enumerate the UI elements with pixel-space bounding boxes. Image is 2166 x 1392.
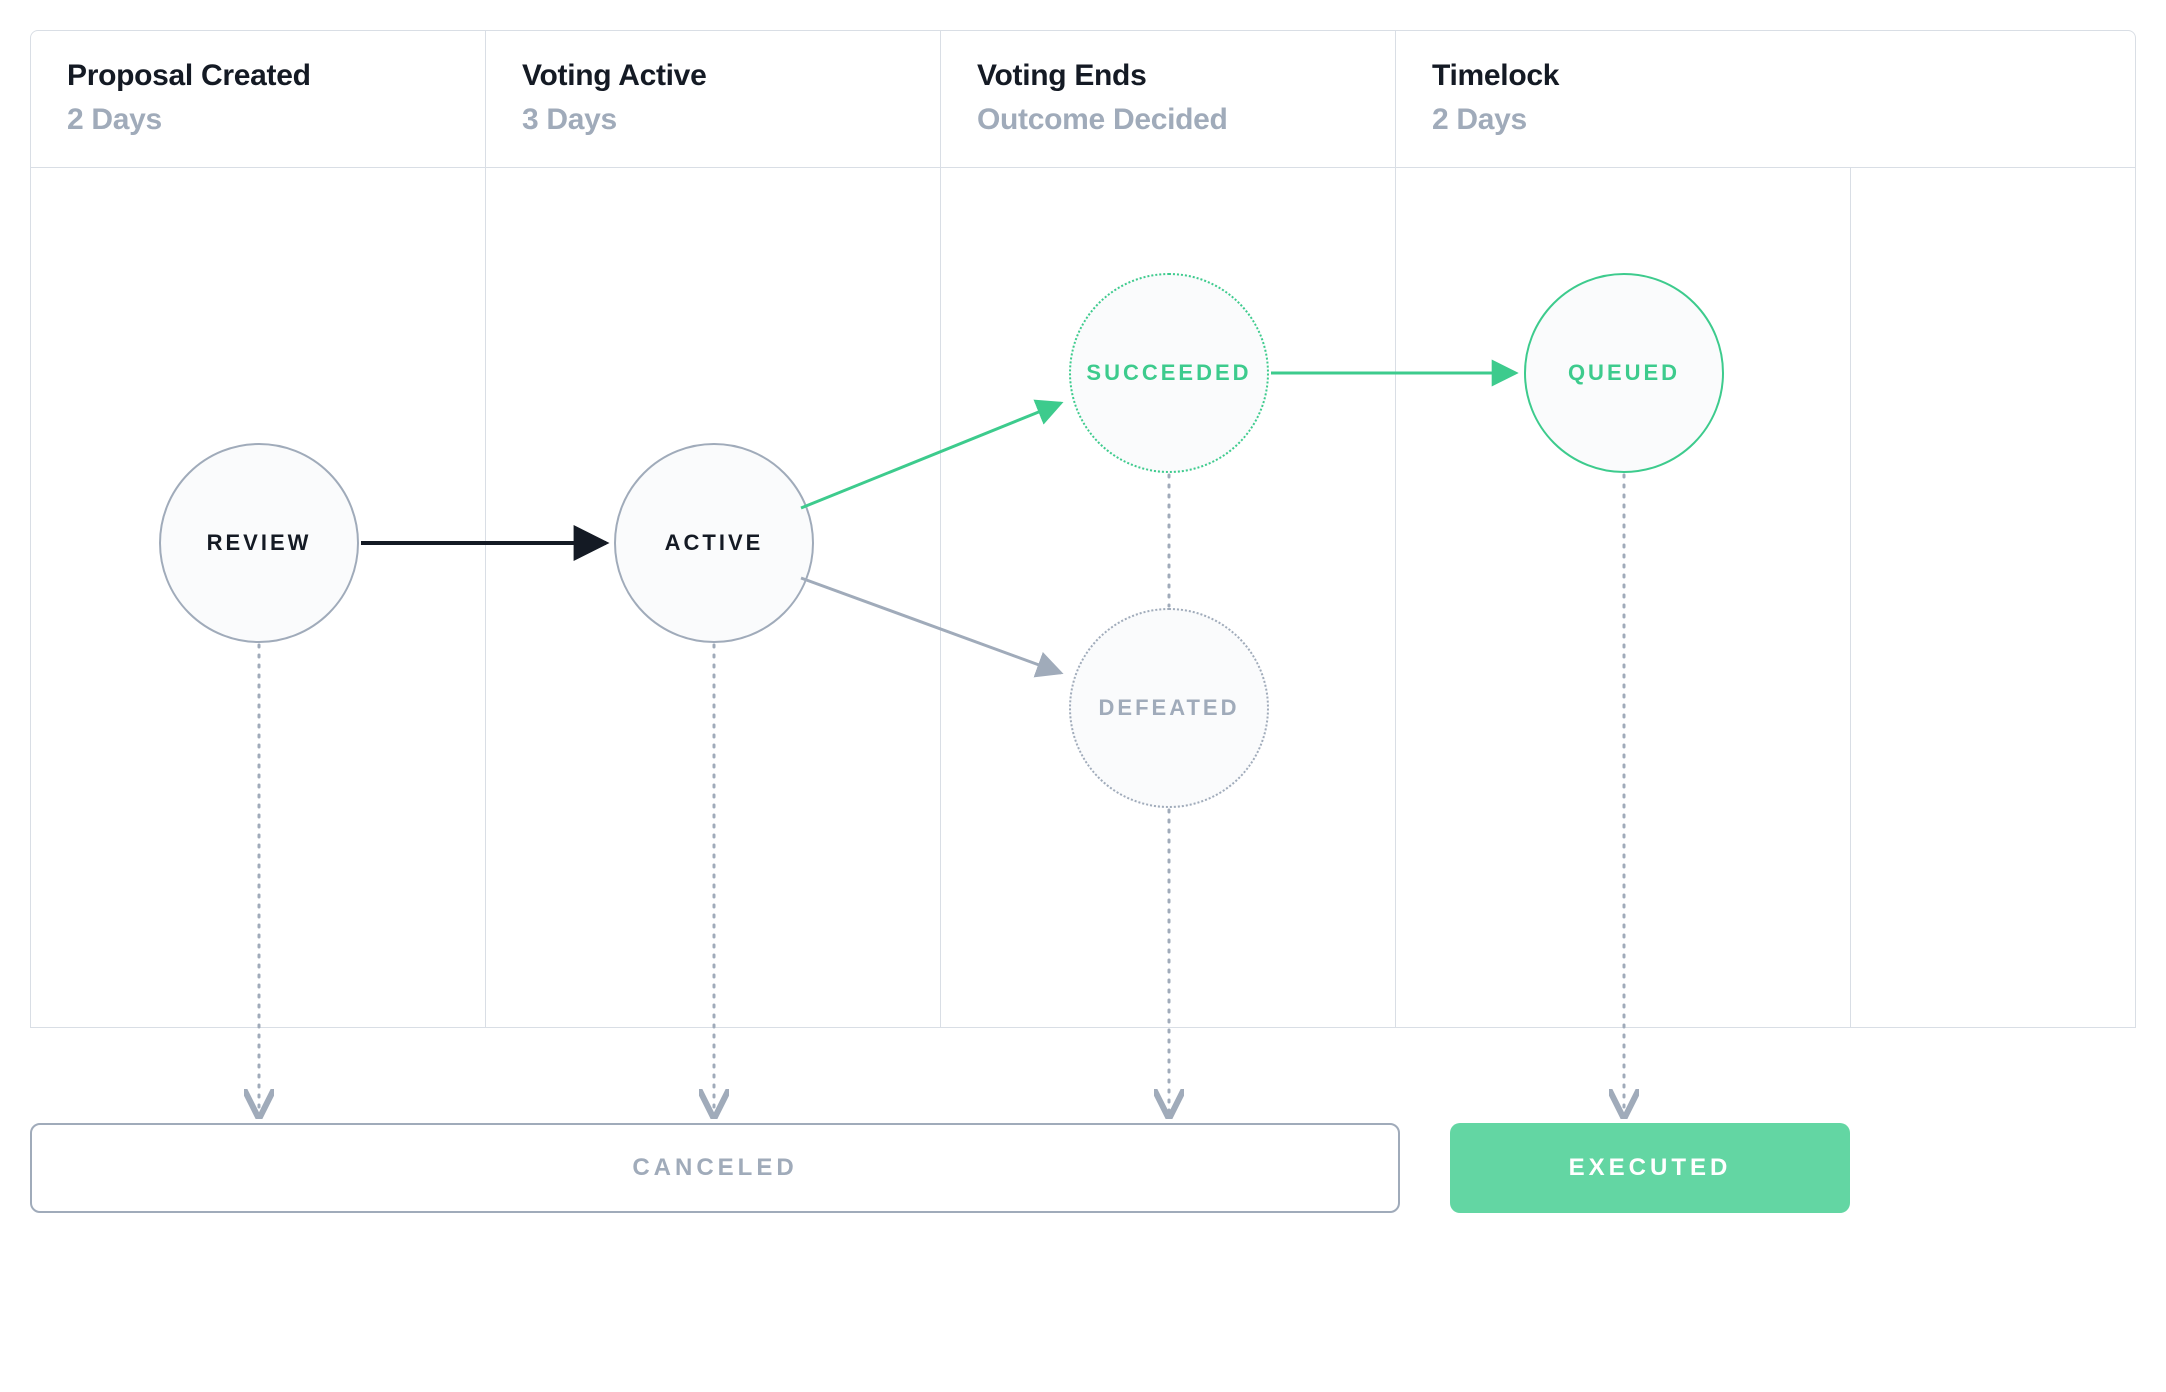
stage-title: Timelock — [1432, 59, 1815, 93]
state-label: DEFEATED — [1099, 695, 1240, 721]
state-queued: QUEUED — [1524, 273, 1724, 473]
state-succeeded: SUCCEEDED — [1069, 273, 1269, 473]
terminal-canceled: CANCELED — [30, 1123, 1400, 1213]
col-4: QUEUED — [1396, 168, 1851, 1027]
terminal-label: CANCELED — [632, 1154, 797, 1182]
stage-timelock: Timelock 2 Days — [1396, 31, 1851, 167]
state-label: SUCCEEDED — [1086, 360, 1251, 386]
stage-headers: Proposal Created 2 Days Voting Active 3 … — [30, 30, 2136, 168]
col-1: REVIEW — [31, 168, 486, 1027]
stage-proposal-created: Proposal Created 2 Days — [31, 31, 486, 167]
terminal-row: CANCELED EXECUTED — [30, 1123, 2136, 1213]
stage-subtitle: 2 Days — [67, 103, 449, 137]
state-label: ACTIVE — [665, 530, 764, 556]
stage-title: Proposal Created — [67, 59, 449, 93]
terminal-label: EXECUTED — [1569, 1154, 1732, 1182]
terminal-executed: EXECUTED — [1450, 1123, 1850, 1213]
governance-lifecycle-diagram: Proposal Created 2 Days Voting Active 3 … — [0, 0, 2166, 1392]
stage-subtitle: Outcome Decided — [977, 103, 1359, 137]
state-label: REVIEW — [207, 530, 312, 556]
state-review: REVIEW — [159, 443, 359, 643]
stage-voting-active: Voting Active 3 Days — [486, 31, 941, 167]
stage-subtitle: 3 Days — [522, 103, 904, 137]
state-active: ACTIVE — [614, 443, 814, 643]
col-2: ACTIVE — [486, 168, 941, 1027]
state-defeated: DEFEATED — [1069, 608, 1269, 808]
stage-title: Voting Active — [522, 59, 904, 93]
stage-voting-ends: Voting Ends Outcome Decided — [941, 31, 1396, 167]
diagram-body: REVIEW ACTIVE SUCCEEDED DEFEATED QUEUED — [30, 168, 2136, 1028]
state-label: QUEUED — [1568, 360, 1680, 386]
stage-title: Voting Ends — [977, 59, 1359, 93]
col-3: SUCCEEDED DEFEATED — [941, 168, 1396, 1027]
stage-subtitle: 2 Days — [1432, 103, 1815, 137]
